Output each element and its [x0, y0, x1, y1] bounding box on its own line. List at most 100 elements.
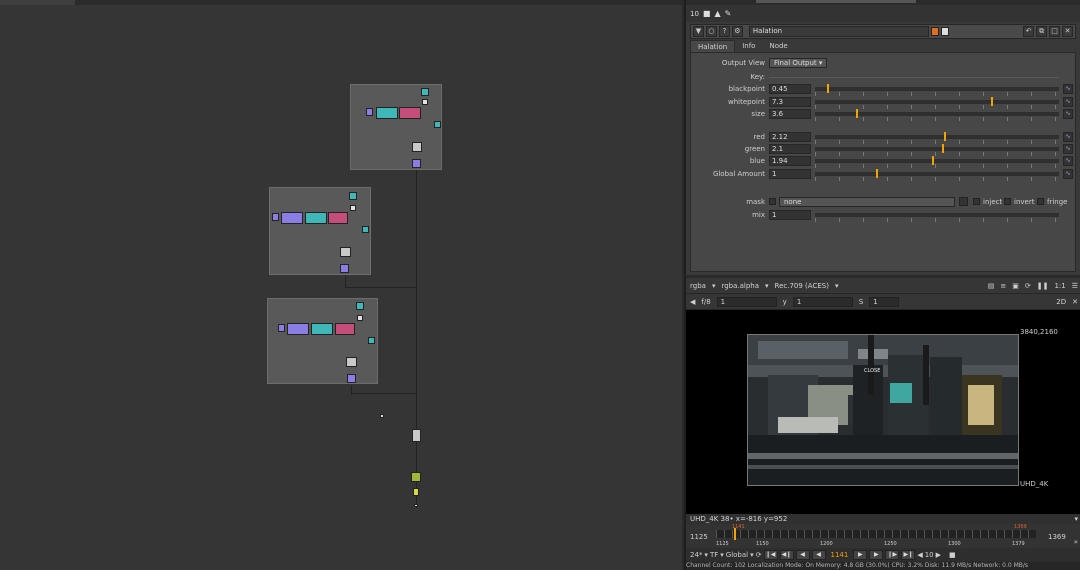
node-dot[interactable] [350, 205, 356, 211]
graph-tab[interactable] [0, 0, 75, 5]
current-frame[interactable]: 1141 [831, 551, 849, 559]
chevron-down-icon[interactable]: ▾ [765, 282, 769, 290]
float-panel-icon[interactable]: □ [1049, 26, 1061, 37]
expand-icon[interactable]: » [1074, 538, 1078, 546]
backdrop-group-3[interactable] [267, 298, 378, 384]
copy-icon[interactable]: ⧉ [1036, 26, 1048, 37]
channels-dropdown[interactable]: rgba [690, 282, 706, 290]
param-slider[interactable] [815, 169, 1059, 181]
animation-icon[interactable]: ∿ [1063, 156, 1073, 166]
lines-icon[interactable]: ≡ [1000, 282, 1006, 290]
output-view-dropdown[interactable]: Final Output ▾ [769, 58, 828, 68]
slider-knob[interactable] [941, 144, 944, 153]
node-count[interactable]: 10 [690, 10, 699, 18]
mask-channel-button[interactable] [959, 197, 968, 206]
node-input[interactable] [349, 192, 357, 200]
node-switch[interactable] [412, 142, 422, 152]
node-write[interactable] [411, 472, 421, 482]
mask-checkbox[interactable] [769, 198, 776, 205]
inject-checkbox[interactable] [973, 198, 980, 205]
param-slider[interactable] [815, 97, 1059, 109]
param-slider[interactable] [815, 109, 1059, 121]
next-key-button[interactable]: ❙▶ [885, 549, 900, 560]
float-icon[interactable]: ▲ [714, 9, 720, 18]
slider-knob[interactable] [827, 84, 830, 93]
play-forward-button[interactable]: ▶ [853, 549, 868, 560]
timeline-end[interactable]: 1369 [1048, 533, 1066, 541]
alpha-dropdown[interactable]: rgba.alpha [721, 282, 759, 290]
revert-icon[interactable]: ↶ [1023, 26, 1035, 37]
node-output[interactable] [434, 121, 441, 128]
slider-knob[interactable] [876, 169, 878, 178]
param-value-field[interactable]: 2.12 [769, 132, 811, 142]
view-mode-dropdown[interactable]: 2D [1056, 298, 1066, 306]
node-merge[interactable] [278, 324, 285, 332]
backdrop-group-2[interactable] [269, 187, 371, 275]
node-merge-out[interactable] [412, 159, 421, 168]
timeline-start[interactable]: 1125 [690, 533, 708, 541]
colorspace-dropdown[interactable]: Rec.709 (ACES) [775, 282, 829, 290]
viewer-canvas[interactable]: CLOSE 3840,2160 UHD_4K [686, 310, 1080, 514]
node-switch[interactable] [340, 247, 351, 257]
node-blur[interactable] [311, 323, 333, 335]
param-slider[interactable] [815, 84, 1059, 96]
node-switch[interactable] [346, 357, 357, 367]
last-frame-button[interactable]: ▶❙ [901, 549, 916, 560]
refresh-icon[interactable]: ⟳ [1025, 282, 1031, 290]
slider-knob[interactable] [944, 132, 947, 141]
menu-icon[interactable]: ☰ [1072, 282, 1078, 290]
step-forward-button[interactable]: ▶ [869, 549, 884, 560]
node-transform[interactable] [287, 323, 309, 335]
param-value-field[interactable]: 1.94 [769, 156, 811, 166]
node-blur[interactable] [376, 107, 398, 119]
chevron-down-icon[interactable]: ▾ [720, 551, 724, 559]
close-icon[interactable]: ✕ [1072, 298, 1078, 306]
s-field[interactable]: 1 [869, 296, 900, 307]
slider-knob[interactable] [856, 109, 859, 118]
node-output[interactable] [368, 337, 375, 344]
node-end-dot[interactable] [414, 504, 418, 507]
timeline[interactable]: 1125 1141 1369 1125 1150 1200 1250 1300 … [686, 524, 1080, 550]
fringe-checkbox[interactable] [1037, 198, 1044, 205]
node-halation[interactable] [412, 429, 421, 442]
node-merge[interactable] [272, 213, 279, 221]
param-value-field[interactable]: 0.45 [769, 84, 811, 94]
help-icon[interactable]: ? [718, 26, 730, 37]
timeline-track[interactable] [716, 528, 1036, 540]
node-input[interactable] [421, 88, 429, 96]
chevron-down-icon[interactable]: ▾ [1074, 514, 1078, 524]
arrow-left-icon[interactable]: ◀ [690, 298, 695, 306]
node-merge[interactable] [366, 108, 373, 116]
mix-slider[interactable] [815, 213, 1059, 222]
global-dropdown[interactable]: Global [726, 551, 748, 559]
zoom-dropdown[interactable]: 1:1 [1054, 282, 1065, 290]
node-transform[interactable] [281, 212, 303, 224]
node-merge-out[interactable] [347, 374, 356, 383]
invert-checkbox[interactable] [1004, 198, 1011, 205]
animation-icon[interactable]: ∿ [1063, 97, 1073, 107]
chevron-down-icon[interactable]: ▾ [835, 282, 839, 290]
chevron-down-icon[interactable]: ▾ [704, 551, 708, 559]
param-value-field[interactable]: 7.3 [769, 97, 811, 107]
node-viewer[interactable] [413, 488, 419, 496]
gain-field[interactable]: 1 [716, 296, 777, 307]
animation-icon[interactable]: ∿ [1063, 109, 1073, 119]
prev-key-button[interactable]: ◀❙ [779, 549, 794, 560]
animation-icon[interactable]: ∿ [1063, 84, 1073, 94]
gamma-field[interactable]: 1 [792, 296, 853, 307]
mix-field[interactable]: 1 [769, 210, 811, 220]
node-input[interactable] [356, 302, 364, 310]
properties-tab[interactable] [756, 0, 916, 3]
node-dot[interactable] [380, 414, 384, 418]
node-output[interactable] [362, 226, 369, 233]
animation-icon[interactable]: ∿ [1063, 132, 1073, 142]
first-frame-button[interactable]: ❙◀ [763, 549, 778, 560]
param-value-field[interactable]: 3.6 [769, 109, 811, 119]
tile-color-swatch[interactable] [930, 27, 940, 36]
region-icon[interactable]: ▣ [1012, 282, 1019, 290]
animation-icon[interactable]: ∿ [1063, 169, 1073, 179]
slider-knob[interactable] [932, 156, 935, 165]
param-value-field[interactable]: 2.1 [769, 144, 811, 154]
settings-icon[interactable]: ⚙ [731, 26, 743, 37]
node-dot[interactable] [357, 315, 363, 321]
